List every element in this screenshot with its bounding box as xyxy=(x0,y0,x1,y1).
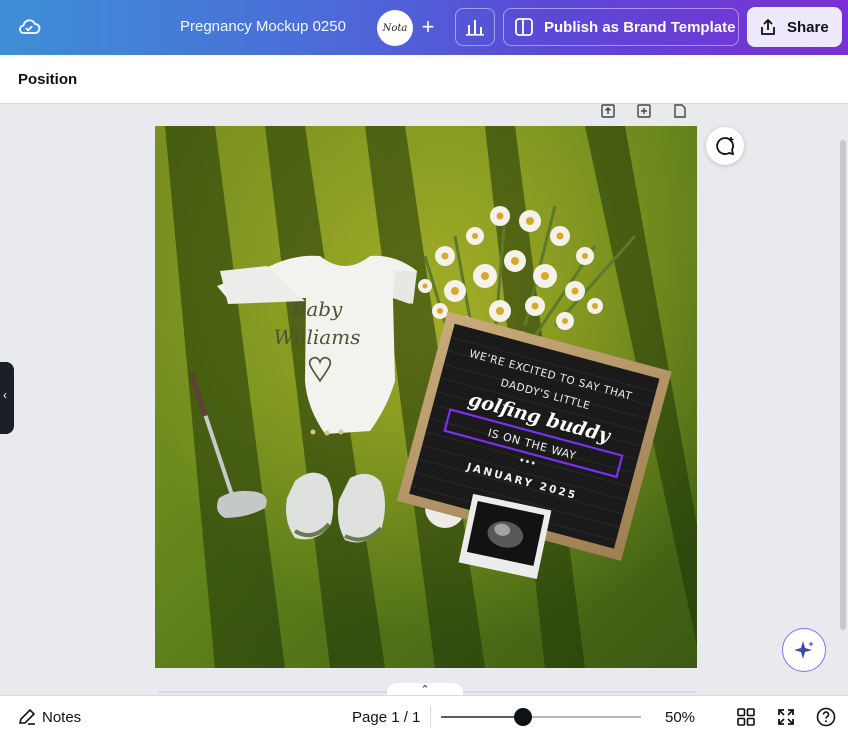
fullscreen-icon[interactable] xyxy=(776,707,796,727)
zoom-level[interactable]: 50% xyxy=(665,709,695,726)
magic-assistant-button[interactable] xyxy=(782,628,826,672)
zoom-slider-handle[interactable] xyxy=(514,708,532,726)
divider xyxy=(430,706,431,728)
position-button[interactable]: Position xyxy=(18,71,77,88)
comment-plus-icon xyxy=(716,137,735,156)
top-bar: Pregnancy Mockup 0250 Nota + Publish as … xyxy=(0,0,848,55)
sparkle-icon xyxy=(794,641,814,659)
notes-label: Notes xyxy=(42,708,82,726)
help-icon[interactable] xyxy=(816,707,836,727)
share-label: Share xyxy=(787,18,829,36)
chevron-left-icon: ‹ xyxy=(3,388,7,402)
zoom-fill xyxy=(441,716,523,718)
context-toolbar: Position xyxy=(0,55,848,104)
cloud-sync-icon[interactable] xyxy=(16,14,42,40)
notes-icon xyxy=(18,708,36,725)
avatar-text: Nota xyxy=(382,22,408,34)
page-indicator[interactable]: Page 1 / 1 xyxy=(352,709,420,726)
document-title[interactable]: Pregnancy Mockup 0250 xyxy=(180,18,346,35)
share-icon xyxy=(761,18,775,35)
publish-brand-template-button[interactable]: Publish as Brand Template xyxy=(503,8,739,46)
duplicate-page-icon[interactable] xyxy=(636,104,652,118)
page-tools xyxy=(600,104,688,118)
add-collaborator-button[interactable]: + xyxy=(414,12,442,42)
design-page[interactable]: Baby Williams WE'RE EXCITED TO SAY THAT … xyxy=(155,126,697,668)
lock-page-icon[interactable] xyxy=(600,104,616,118)
insights-button[interactable] xyxy=(455,8,495,46)
side-panel-toggle[interactable]: ‹ xyxy=(0,362,14,434)
notes-button[interactable]: Notes xyxy=(18,708,81,726)
add-comment-button[interactable] xyxy=(706,127,744,165)
onesie-text-line1: Baby xyxy=(291,297,343,321)
onesie-text-line2: Williams xyxy=(274,325,361,349)
avatar[interactable]: Nota xyxy=(377,10,413,46)
bottom-bar: Notes Page 1 / 1 50% xyxy=(0,695,848,736)
template-icon xyxy=(515,18,533,36)
vertical-scrollbar[interactable] xyxy=(840,140,846,630)
grid-view-icon[interactable] xyxy=(736,707,756,727)
zoom-slider[interactable] xyxy=(441,708,641,726)
publish-label: Publish as Brand Template xyxy=(544,18,736,36)
design-artwork: Baby Williams WE'RE EXCITED TO SAY THAT … xyxy=(155,126,697,668)
share-button[interactable]: Share xyxy=(747,7,842,47)
add-page-icon[interactable] xyxy=(672,104,688,118)
canvas-area[interactable]: ‹ Baby Williams WE'RE EXCITED TO SAY THA… xyxy=(0,104,848,695)
bar-chart-icon xyxy=(466,20,484,36)
